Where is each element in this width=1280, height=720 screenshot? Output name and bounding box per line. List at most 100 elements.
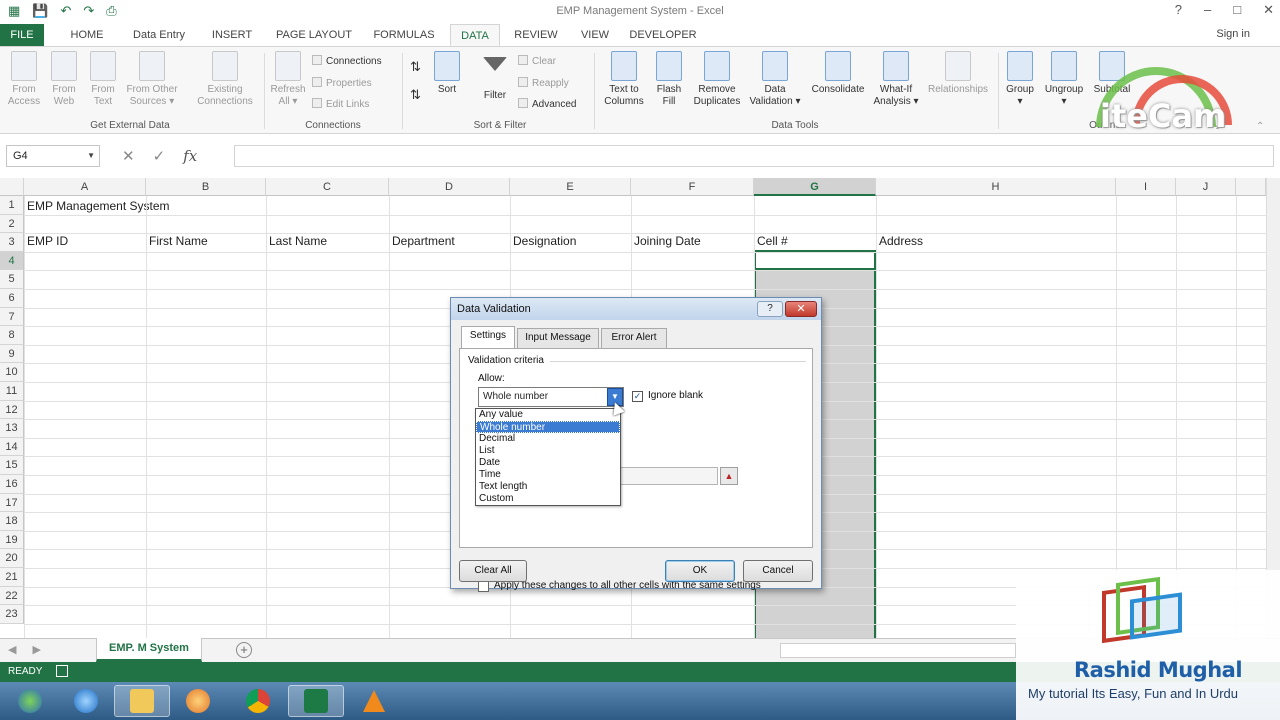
- existing-connections-button[interactable]: Existing Connections: [192, 51, 258, 108]
- ignore-blank-checkbox[interactable]: ✓: [632, 391, 643, 402]
- row-header-3[interactable]: 3: [0, 233, 24, 252]
- tab-review[interactable]: REVIEW: [508, 24, 564, 46]
- ok-button[interactable]: OK: [665, 560, 735, 582]
- allow-option-whole-number[interactable]: Whole number: [476, 421, 620, 433]
- close-button[interactable]: ✕: [1263, 2, 1274, 18]
- remove-duplicates-button[interactable]: Remove Duplicates: [690, 51, 744, 108]
- collapse-ribbon-icon[interactable]: ⌃: [1256, 121, 1264, 132]
- from-text-button[interactable]: From Text: [86, 51, 120, 108]
- column-header-i[interactable]: I: [1116, 178, 1176, 196]
- name-box-dropdown-icon[interactable]: ▼: [87, 146, 95, 166]
- tab-developer[interactable]: DEVELOPER: [626, 24, 700, 46]
- add-sheet-icon[interactable]: +: [236, 642, 252, 658]
- macro-record-icon[interactable]: [56, 665, 68, 677]
- dialog-title-bar[interactable]: Data Validation ? ✕: [451, 298, 821, 320]
- range-picker-icon[interactable]: ▲: [720, 467, 738, 485]
- consolidate-button[interactable]: Consolidate: [808, 51, 868, 96]
- cancel-entry-icon[interactable]: ✕: [122, 147, 135, 165]
- row-header-10[interactable]: 10: [0, 363, 24, 382]
- row-header-15[interactable]: 15: [0, 456, 24, 475]
- taskbar-explorer[interactable]: [114, 685, 170, 717]
- cell-a1[interactable]: EMP Management System: [24, 197, 170, 215]
- advanced-filter-button[interactable]: Advanced: [518, 98, 576, 110]
- taskbar-vlc[interactable]: [346, 685, 402, 717]
- taskbar-media-player[interactable]: [170, 685, 226, 717]
- taskbar-ie[interactable]: [58, 685, 114, 717]
- horizontal-scrollbar[interactable]: [780, 643, 1016, 658]
- column-header-b[interactable]: B: [146, 178, 266, 196]
- row-header-7[interactable]: 7: [0, 307, 24, 327]
- active-cell[interactable]: [754, 250, 876, 270]
- row-header-19[interactable]: 19: [0, 530, 24, 550]
- cell-b3[interactable]: First Name: [146, 234, 208, 248]
- tab-page-layout[interactable]: PAGE LAYOUT: [268, 24, 360, 46]
- select-all-corner[interactable]: [0, 178, 24, 196]
- maximize-button[interactable]: □: [1233, 2, 1241, 18]
- column-header-f[interactable]: F: [631, 178, 754, 196]
- row-header-2[interactable]: 2: [0, 214, 24, 234]
- name-box[interactable]: G4 ▼: [6, 145, 100, 167]
- row-header-4[interactable]: 4: [0, 251, 24, 271]
- column-header-a[interactable]: A: [24, 178, 146, 196]
- tab-data[interactable]: DATA: [450, 24, 500, 46]
- help-button[interactable]: ?: [1175, 2, 1182, 18]
- cell-c3[interactable]: Last Name: [266, 234, 327, 248]
- relationships-button[interactable]: Relationships: [924, 51, 992, 96]
- allow-select[interactable]: Whole number: [478, 387, 624, 407]
- text-to-columns-button[interactable]: Text to Columns: [600, 51, 648, 108]
- row-header-23[interactable]: 23: [0, 605, 24, 624]
- column-header-d[interactable]: D: [389, 178, 510, 196]
- insert-function-icon[interactable]: fx: [183, 147, 197, 165]
- tab-insert[interactable]: INSERT: [204, 24, 260, 46]
- tab-error-alert[interactable]: Error Alert: [601, 328, 667, 348]
- allow-option-custom[interactable]: Custom: [476, 493, 620, 505]
- allow-option-any-value[interactable]: Any value: [476, 409, 620, 421]
- row-header-12[interactable]: 12: [0, 400, 24, 420]
- flash-fill-button[interactable]: Flash Fill: [652, 51, 686, 108]
- column-header-j[interactable]: J: [1176, 178, 1236, 196]
- cell-a3[interactable]: EMP ID: [24, 234, 68, 248]
- start-button[interactable]: [2, 685, 58, 717]
- data-validation-button[interactable]: Data Validation ▾: [746, 51, 804, 108]
- row-header-17[interactable]: 17: [0, 493, 24, 513]
- taskbar-chrome[interactable]: [230, 685, 286, 717]
- cell-e3[interactable]: Designation: [510, 234, 576, 248]
- from-access-button[interactable]: From Access: [6, 51, 42, 108]
- filter-button[interactable]: Filter: [478, 51, 512, 102]
- row-header-6[interactable]: 6: [0, 289, 24, 308]
- row-header-1[interactable]: 1: [0, 196, 24, 215]
- column-header-c[interactable]: C: [266, 178, 389, 196]
- row-header-11[interactable]: 11: [0, 382, 24, 401]
- sheet-tab-emp-m-system[interactable]: EMP. M System: [96, 638, 202, 662]
- column-header-g[interactable]: G: [754, 178, 876, 196]
- properties-button[interactable]: Properties: [312, 77, 372, 89]
- from-other-sources-button[interactable]: From Other Sources ▾: [122, 51, 182, 108]
- tab-formulas[interactable]: FORMULAS: [366, 24, 442, 46]
- confirm-entry-icon[interactable]: ✓: [153, 147, 166, 165]
- apply-to-all-checkbox[interactable]: [478, 581, 489, 592]
- column-header-h[interactable]: H: [876, 178, 1116, 196]
- row-header-18[interactable]: 18: [0, 512, 24, 531]
- row-header-20[interactable]: 20: [0, 549, 24, 568]
- sheet-prev-icon[interactable]: ◀: [8, 643, 16, 656]
- sort-za-icon[interactable]: ⇅: [410, 87, 421, 103]
- vertical-scrollbar[interactable]: [1266, 178, 1280, 638]
- allow-option-decimal[interactable]: Decimal: [476, 433, 620, 445]
- row-header-21[interactable]: 21: [0, 568, 24, 587]
- column-header-e[interactable]: E: [510, 178, 631, 196]
- sort-button[interactable]: Sort: [430, 51, 464, 96]
- connections-button[interactable]: Connections: [312, 55, 382, 67]
- minimize-button[interactable]: –: [1204, 2, 1211, 18]
- what-if-analysis-button[interactable]: What-If Analysis ▾: [870, 51, 922, 108]
- row-header-9[interactable]: 9: [0, 344, 24, 364]
- tab-input-message[interactable]: Input Message: [517, 328, 599, 348]
- row-header-22[interactable]: 22: [0, 586, 24, 606]
- reapply-button[interactable]: Reapply: [518, 77, 569, 89]
- sort-az-icon[interactable]: ⇅: [410, 59, 421, 75]
- formula-input[interactable]: [234, 145, 1274, 167]
- row-header-16[interactable]: 16: [0, 475, 24, 494]
- group-button[interactable]: Group ▾: [1002, 51, 1038, 108]
- allow-option-text-length[interactable]: Text length: [476, 481, 620, 493]
- source-input[interactable]: [618, 467, 718, 485]
- cancel-button[interactable]: Cancel: [743, 560, 813, 582]
